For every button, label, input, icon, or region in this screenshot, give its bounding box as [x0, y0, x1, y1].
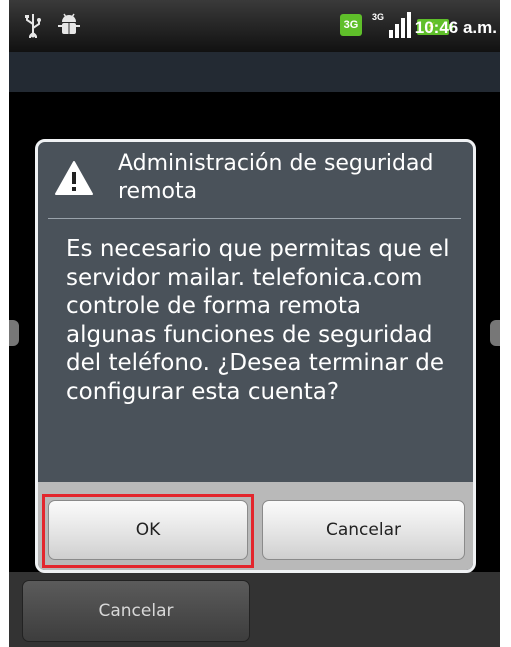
cancel-button[interactable]: Cancelar	[262, 500, 465, 560]
background-cancel-button[interactable]: Cancelar	[22, 580, 250, 642]
dialog-button-bar: OK Cancelar	[38, 482, 473, 570]
dialog-title: Administración de seguridad remota	[118, 151, 434, 204]
dialog-divider	[48, 218, 461, 219]
dialog-header: Administración de seguridad remota	[38, 142, 473, 217]
background-control-left	[9, 320, 19, 346]
dialog-message: Es necesario que permitas que el servido…	[66, 236, 450, 405]
phone-screen: 3G 3G ⚡ 10:46 a.m. Cancelar Administraci…	[9, 0, 500, 647]
app-title-bar	[9, 52, 500, 92]
ok-button[interactable]: OK	[48, 500, 248, 560]
remote-security-dialog: Administración de seguridad remota Es ne…	[35, 139, 476, 573]
warning-icon	[55, 161, 93, 195]
status-time: 10:46 a.m.	[414, 18, 497, 37]
bottom-action-bar: Cancelar	[9, 572, 500, 647]
usb-icon	[25, 14, 41, 38]
network-3g-icon: 3G	[340, 14, 362, 36]
background-control-right	[490, 320, 500, 346]
status-bar: 3G 3G ⚡ 10:46 a.m.	[9, 0, 500, 52]
android-debug-icon	[58, 13, 80, 34]
